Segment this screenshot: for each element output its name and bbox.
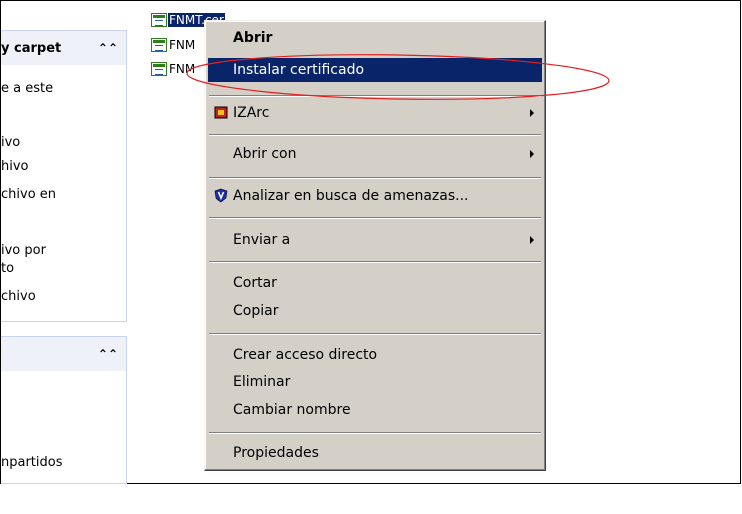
menu-item-enviar-a[interactable]: Enviar a — [208, 228, 542, 252]
file-name: FNM — [169, 62, 196, 76]
menu-separator — [209, 432, 541, 434]
menu-item-propiedades[interactable]: Propiedades — [208, 441, 542, 465]
task-pane-section-1: y carpet ⌃⌃ e a este ivo hivo chivo en i… — [1, 30, 127, 322]
menu-item-label: Instalar certificado — [233, 62, 365, 78]
menu-item-label: Copiar — [233, 303, 279, 319]
menu-item-label: Crear acceso directo — [233, 347, 378, 363]
task-pane-header-2[interactable]: ⌃⌃ — [1, 337, 126, 371]
menu-separator — [209, 134, 541, 136]
menu-separator — [209, 95, 541, 97]
menu-item-copiar[interactable]: Copiar — [208, 299, 542, 323]
menu-item-label: Cortar — [233, 275, 277, 291]
task-pane-link[interactable]: to — [1, 261, 14, 276]
task-pane-header-1[interactable]: y carpet ⌃⌃ — [1, 31, 126, 65]
task-pane-link[interactable]: npartidos — [1, 455, 63, 470]
task-pane-link[interactable]: ivo por — [1, 243, 46, 258]
submenu-arrow-icon — [530, 150, 534, 158]
certificate-file-icon — [151, 62, 167, 76]
file-item[interactable]: FNM — [151, 60, 196, 78]
menu-item-abrir-con[interactable]: Abrir con — [208, 142, 542, 166]
menu-item-instalar-certificado[interactable]: Instalar certificado — [208, 58, 542, 82]
menu-separator — [209, 177, 541, 179]
task-pane-link[interactable]: e a este — [1, 81, 53, 96]
menu-item-label: Eliminar — [233, 374, 291, 390]
task-pane-link[interactable]: hivo — [1, 159, 29, 174]
menu-item-cambiar-nombre[interactable]: Cambiar nombre — [208, 398, 542, 422]
menu-item-label: Abrir con — [233, 146, 297, 162]
collapse-chevron-icon[interactable]: ⌃⌃ — [98, 347, 118, 361]
menu-item-cortar[interactable]: Cortar — [208, 271, 542, 295]
task-pane-section-2: ⌃⌃ npartidos — [1, 336, 127, 484]
task-pane-title-1: y carpet — [1, 41, 62, 56]
menu-item-label: Abrir — [233, 30, 273, 46]
izarc-icon — [214, 106, 228, 119]
menu-item-label: Cambiar nombre — [233, 402, 351, 418]
menu-item-label: Enviar a — [233, 232, 291, 248]
menu-item-label: IZArc — [233, 105, 270, 121]
submenu-arrow-icon — [530, 109, 534, 117]
certificate-file-icon — [151, 38, 167, 52]
menu-separator — [209, 217, 541, 219]
file-item[interactable]: FNM — [151, 36, 196, 54]
task-pane-link[interactable]: chivo en — [1, 187, 56, 202]
file-name: FNM — [169, 38, 196, 52]
menu-item-label: Propiedades — [233, 445, 319, 461]
menu-item-label: Analizar en busca de amenazas... — [233, 188, 469, 204]
menu-separator — [209, 333, 541, 335]
certificate-file-icon — [151, 13, 167, 27]
task-pane-link[interactable]: ivo — [1, 135, 20, 150]
menu-item-abrir[interactable]: Abrir — [208, 26, 542, 50]
context-menu: Abrir Instalar certificado IZArc Abrir c… — [204, 20, 546, 471]
shield-icon — [214, 188, 228, 203]
submenu-arrow-icon — [530, 236, 534, 244]
menu-item-eliminar[interactable]: Eliminar — [208, 370, 542, 394]
menu-item-izarc[interactable]: IZArc — [208, 101, 542, 125]
collapse-chevron-icon[interactable]: ⌃⌃ — [98, 41, 118, 55]
menu-separator — [209, 261, 541, 263]
task-pane-link[interactable]: chivo — [1, 289, 36, 304]
menu-item-analizar-amenazas[interactable]: Analizar en busca de amenazas... — [208, 184, 542, 208]
menu-item-crear-acceso-directo[interactable]: Crear acceso directo — [208, 343, 542, 367]
